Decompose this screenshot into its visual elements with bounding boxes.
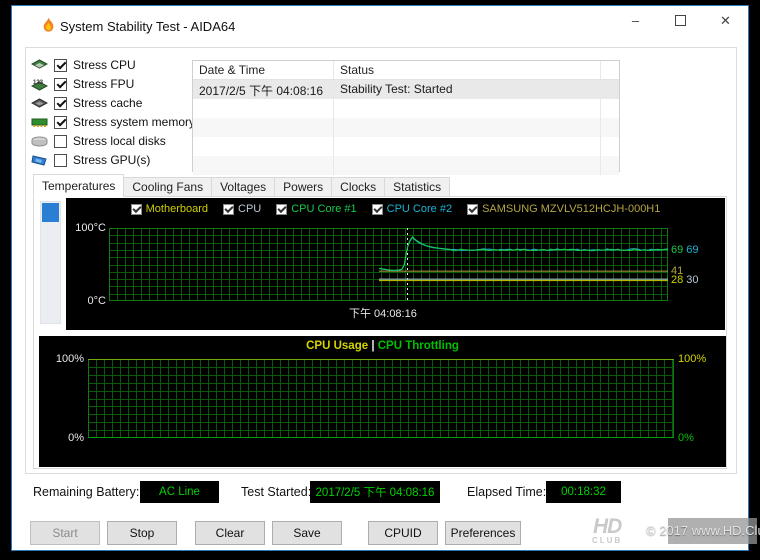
usage-right-min-label: 0% — [678, 432, 694, 444]
usage-plot-area — [88, 359, 674, 438]
close-button[interactable]: ✕ — [703, 6, 748, 35]
gpu-icon — [31, 154, 48, 167]
stress-cpu-label: Stress CPU — [73, 58, 136, 72]
table-row[interactable]: 2017/2/5 下午 04:08:16 Stability Test: Sta… — [193, 80, 619, 99]
event-log-table[interactable]: Date & Time Status 2017/2/5 下午 04:08:16 … — [192, 60, 620, 172]
elapsed-time-value: 00:18:32 — [546, 481, 621, 503]
memory-icon — [31, 116, 48, 129]
tab-cooling-fans[interactable]: Cooling Fans — [124, 177, 212, 197]
tab-bar: Temperatures Cooling Fans Voltages Power… — [33, 174, 450, 197]
table-row-empty — [193, 137, 619, 156]
maximize-button[interactable] — [658, 6, 703, 35]
disk-icon — [31, 135, 48, 148]
stress-option-memory[interactable]: Stress system memory — [31, 114, 195, 130]
cell-date-time: 2017/2/5 下午 04:08:16 — [193, 80, 334, 99]
cache-icon — [31, 97, 48, 110]
stress-disks-checkbox[interactable] — [54, 135, 67, 148]
svg-text:123: 123 — [33, 80, 44, 86]
tab-temperatures[interactable]: Temperatures — [33, 174, 124, 197]
current-value-label: 28 — [671, 274, 683, 286]
close-icon: ✕ — [720, 13, 731, 29]
scrollbar-thumb[interactable] — [42, 203, 59, 222]
clear-button[interactable]: Clear — [195, 521, 265, 545]
tab-clocks[interactable]: Clocks — [332, 177, 385, 197]
elapsed-time-label: Elapsed Time: — [467, 485, 546, 499]
stress-memory-label: Stress system memory — [73, 115, 195, 129]
stress-gpu-checkbox[interactable] — [54, 154, 67, 167]
temperature-chart: Motherboard CPU CPU Core #1 CPU Core #2 … — [66, 198, 725, 330]
temperature-plot-area — [109, 228, 668, 301]
legend-cpu[interactable]: CPU — [223, 203, 261, 215]
stress-disks-label: Stress local disks — [73, 134, 166, 148]
stress-option-cache[interactable]: Stress cache — [31, 95, 142, 111]
watermark-text: © 2017 www.HD.Club.tw — [646, 523, 760, 538]
usage-chart-title: CPU Usage | CPU Throttling — [39, 340, 726, 352]
legend-checkbox-icon[interactable] — [372, 204, 383, 215]
cpuid-button[interactable]: CPUID — [368, 521, 438, 545]
save-button[interactable]: Save — [272, 521, 342, 545]
col-date-time[interactable]: Date & Time — [193, 61, 334, 79]
tab-statistics[interactable]: Statistics — [385, 177, 450, 197]
legend-checkbox-icon[interactable] — [131, 204, 142, 215]
table-row-empty — [193, 118, 619, 137]
cell-status: Stability Test: Started — [334, 80, 601, 99]
remaining-battery-label: Remaining Battery: — [33, 485, 139, 499]
usage-left-max-label: 100% — [49, 353, 84, 365]
legend-cpu-core-1[interactable]: CPU Core #1 — [276, 203, 356, 215]
test-started-label: Test Started: — [241, 485, 311, 499]
tab-powers[interactable]: Powers — [275, 177, 332, 197]
stress-option-gpu[interactable]: Stress GPU(s) — [31, 152, 150, 168]
current-value-label: 30 — [686, 274, 698, 286]
legend-motherboard[interactable]: Motherboard — [131, 203, 208, 215]
hdclub-logo: HD CLUB — [592, 516, 622, 545]
current-value-label: 69 — [686, 244, 698, 256]
window-title: System Stability Test - AIDA64 — [60, 19, 235, 34]
current-value-label: 69 — [671, 244, 683, 256]
col-status[interactable]: Status — [334, 61, 601, 79]
stress-gpu-label: Stress GPU(s) — [73, 153, 150, 167]
table-header[interactable]: Date & Time Status — [193, 61, 619, 80]
y-axis-max-label: 100°C — [74, 222, 106, 234]
preferences-button[interactable]: Preferences — [445, 521, 521, 545]
remaining-battery-value: AC Line — [140, 481, 219, 503]
usage-right-max-label: 100% — [678, 353, 706, 365]
legend-cpu-core-2[interactable]: CPU Core #2 — [372, 203, 452, 215]
stress-cache-checkbox[interactable] — [54, 97, 67, 110]
table-row-empty — [193, 99, 619, 118]
legend-checkbox-icon[interactable] — [467, 204, 478, 215]
test-started-value: 2017/2/5 下午 04:08:16 — [310, 481, 440, 503]
table-row-empty — [193, 156, 619, 175]
minimize-icon: – — [632, 13, 639, 28]
temperature-legend: Motherboard CPU CPU Core #1 CPU Core #2 … — [66, 203, 725, 215]
stress-option-cpu[interactable]: Stress CPU — [31, 57, 136, 73]
stress-option-disks[interactable]: Stress local disks — [31, 133, 166, 149]
stress-memory-checkbox[interactable] — [54, 116, 67, 129]
legend-checkbox-icon[interactable] — [276, 204, 287, 215]
fpu-icon: 123 — [31, 78, 48, 91]
stress-cache-label: Stress cache — [73, 96, 142, 110]
usage-left-min-label: 0% — [49, 432, 84, 444]
legend-checkbox-icon[interactable] — [223, 204, 234, 215]
tab-voltages[interactable]: Voltages — [212, 177, 275, 197]
maximize-icon — [675, 15, 686, 26]
minimize-button[interactable]: – — [613, 6, 658, 35]
stress-cpu-checkbox[interactable] — [54, 59, 67, 72]
aida64-flame-icon — [40, 17, 57, 34]
cpu-icon — [31, 59, 48, 72]
y-axis-min-label: 0°C — [74, 295, 106, 307]
stress-fpu-label: Stress FPU — [73, 77, 134, 91]
cpu-usage-chart: CPU Usage | CPU Throttling 100% 0% 100% … — [39, 336, 726, 467]
start-button[interactable]: Start — [30, 521, 100, 545]
x-axis-time-label: 下午 04:08:16 — [349, 305, 417, 321]
chart-vertical-scrollbar[interactable] — [40, 201, 61, 324]
stress-option-fpu[interactable]: 123 Stress FPU — [31, 76, 134, 92]
stop-button[interactable]: Stop — [107, 521, 177, 545]
legend-samsung-ssd[interactable]: SAMSUNG MZVLV512HCJH-000H1 — [467, 203, 660, 215]
stress-fpu-checkbox[interactable] — [54, 78, 67, 91]
